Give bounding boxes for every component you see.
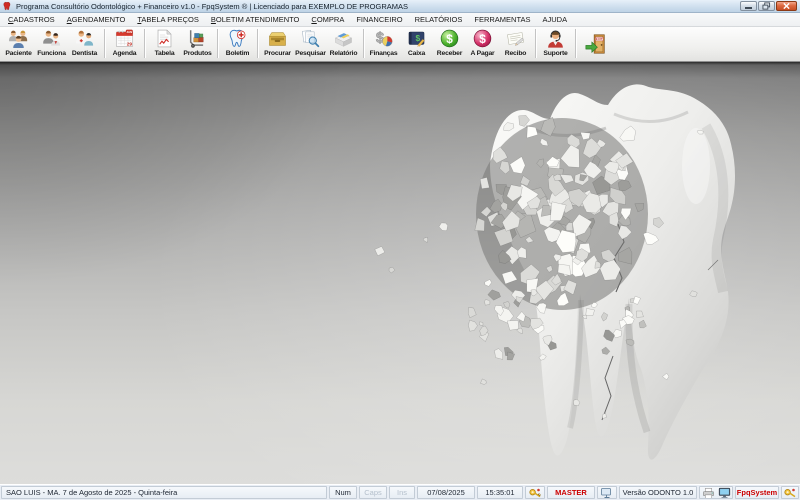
menu-item-cadastros[interactable]: CADASTROS [2,14,61,25]
toolbar-button-sair[interactable]: EXIT [579,28,613,60]
status-location-date: SAO LUIS - MA. 7 de Agosto de 2025 - Qui… [1,486,327,499]
statusbar: SAO LUIS - MA. 7 de Agosto de 2025 - Qui… [0,484,800,500]
toolbar-button-label: Paciente [5,49,31,58]
toolbar-button-pesquisar[interactable]: Pesquisar [294,28,327,60]
toolbar-button-suporte[interactable]: Suporte [539,28,572,60]
status-time: 15:35:01 [477,486,523,499]
minimize-button[interactable] [740,1,757,11]
toolbar-button-label: Suporte [543,49,567,58]
toolbar-button-dentista[interactable]: Dentista [68,28,101,60]
toolbar-button-label: Boletim [226,49,250,58]
svg-text:$: $ [446,32,453,46]
toolbar-button-procurar[interactable]: Procurar [261,28,294,60]
file-drawer-icon [267,28,288,49]
exit-door-icon: EXIT [584,34,608,55]
status-version: Versão ODONTO 1.0 [619,486,697,499]
shattered-tooth-illustration [366,64,754,478]
toolbar-divider [257,29,258,58]
price-table-icon [154,28,175,49]
toolbar-button-label: Relatório [330,49,358,58]
ledger-book-icon: $ [406,28,427,49]
toolbar-button-produtos[interactable]: Produtos [181,28,214,60]
toolbar-button-label: Agenda [113,49,137,58]
toolbar-button-label: Recibo [505,49,526,58]
menu-item-agendamento[interactable]: AGENDAMENTO [61,14,132,25]
tooth-cross-icon [227,28,248,49]
window-title: Programa Consultório Odontológico + Fina… [16,2,740,11]
report-box-icon [333,28,354,49]
toolbar-divider [144,29,145,58]
app-window: Programa Consultório Odontológico + Fina… [0,0,800,500]
toolbar-divider [104,29,105,58]
calendar-icon: JAN 29 [114,28,135,49]
toolbar-button-label: Receber [437,49,462,58]
printer-icon [702,487,715,499]
toolbar: Paciente Funciona Dentista [0,27,800,62]
toolbar-button-paciente[interactable]: Paciente [2,28,35,60]
toolbar-button-receber[interactable]: $ Receber [433,28,466,60]
headset-support-icon [545,28,566,49]
handtruck-icon [187,28,208,49]
dentist-icon [74,28,95,49]
toolbar-button-boletim[interactable]: Boletim [221,28,254,60]
menu-item-relatorios[interactable]: RELATÓRIOS [409,14,469,25]
status-user: MASTER [547,486,595,499]
toolbar-button-label: Pesquisar [295,49,326,58]
menu-item-tabela-precos[interactable]: TABELA PREÇOS [131,14,205,25]
toolbar-button-caixa[interactable]: $ Caixa [400,28,433,60]
toolbar-divider [363,29,364,58]
status-brand: FpqSystem [735,486,779,499]
main-area [0,62,800,484]
toolbar-button-label: Procurar [264,49,291,58]
svg-text:29: 29 [127,42,133,48]
status-date: 07/08/2025 [417,486,475,499]
receipt-icon [505,28,526,49]
status-num-lock: Num [329,486,357,499]
toolbar-button-funcionario[interactable]: Funciona [35,28,68,60]
titlebar: Programa Consultório Odontológico + Fina… [0,0,800,13]
toolbar-button-label: Caixa [408,49,425,58]
menu-item-ferramentas[interactable]: FERRAMENTAS [468,14,536,25]
key-icon [781,486,799,499]
staff-icon [41,28,62,49]
toolbar-button-recibo[interactable]: Recibo [499,28,532,60]
toolbar-button-label: Funciona [37,49,66,58]
svg-text:EXIT: EXIT [596,37,603,41]
close-button[interactable] [776,1,797,11]
toolbar-divider [575,29,576,58]
toolbar-button-apagar[interactable]: $ A Pagar [466,28,499,60]
green-coin-icon: $ [439,28,460,49]
menu-item-financeiro[interactable]: FINANCEIRO [350,14,408,25]
menu-item-boletim-atendimento[interactable]: BOLETIM ATENDIMENTO [205,14,306,25]
menu-item-ajuda[interactable]: AJUDA [537,14,574,25]
toolbar-button-label: A Pagar [470,49,494,58]
toolbar-button-relatorio[interactable]: Relatório [327,28,360,60]
monitor-icon [718,487,731,499]
status-caps-lock: Caps [359,486,387,499]
menu-item-compra[interactable]: COMPRA [305,14,350,25]
red-coin-icon: $ [472,28,493,49]
app-icon [3,1,13,12]
status-devices [699,486,733,499]
svg-text:JAN: JAN [127,30,133,34]
key-icon [525,486,545,499]
toolbar-button-financas[interactable]: $ Finanças [367,28,400,60]
toolbar-button-label: Produtos [183,49,211,58]
patients-icon [8,28,29,49]
toolbar-divider [217,29,218,58]
toolbar-button-agenda[interactable]: JAN 29 Agenda [108,28,141,60]
toolbar-button-label: Dentista [72,49,97,58]
computer-icon [597,486,617,499]
search-docs-icon [300,28,321,49]
svg-text:$: $ [479,32,486,46]
status-insert: Ins [389,486,415,499]
dollar-pie-icon: $ [373,28,394,49]
toolbar-divider [535,29,536,58]
toolbar-button-label: Tabela [155,49,175,58]
svg-text:$: $ [416,33,421,43]
menubar: CADASTROS AGENDAMENTO TABELA PREÇOS BOLE… [0,13,800,27]
toolbar-button-label: Finanças [370,49,398,58]
restore-button[interactable] [758,1,775,11]
toolbar-button-tabela[interactable]: Tabela [148,28,181,60]
